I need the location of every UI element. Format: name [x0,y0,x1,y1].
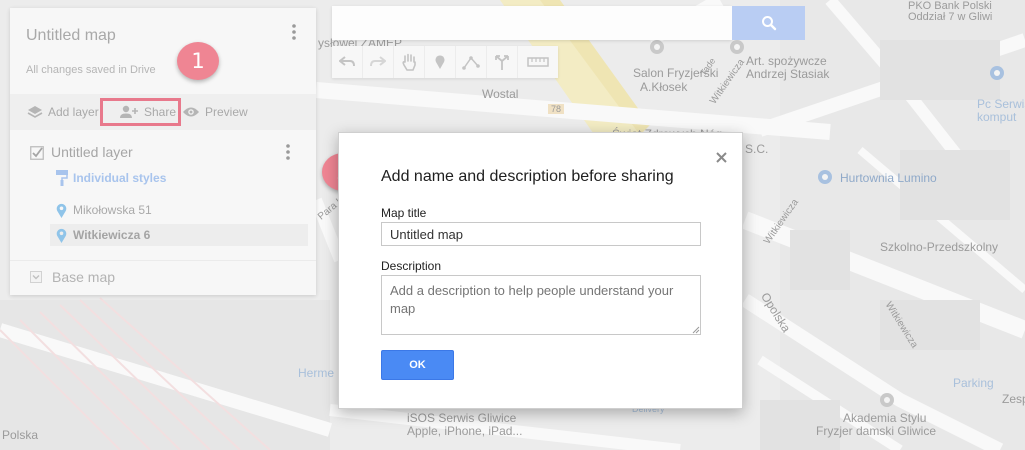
layer-style-button[interactable]: Individual styles [56,170,166,186]
marker-icon [435,55,445,69]
map-place-pin [990,66,1004,80]
map-title-label: Map title [381,206,427,220]
map-label: komput [977,110,1017,124]
map-label: Parking [953,376,994,390]
layers-icon [27,105,43,119]
share-button[interactable]: Share [110,98,191,126]
place-item[interactable]: Mikołowska 51 [50,199,308,221]
map-title-input[interactable] [381,222,701,246]
add-marker-button[interactable] [425,46,456,78]
map-label: Oddział 7 w Gliwi [908,11,993,23]
undo-icon [339,56,355,67]
map-label: Wostal [482,87,519,101]
resize-handle-icon[interactable] [691,325,700,334]
map-toolbar [332,46,558,78]
description-input[interactable] [381,275,701,335]
road-number: 78 [548,104,565,114]
description-label: Description [381,259,442,273]
more-vert-icon [286,144,290,160]
redo-button[interactable] [363,46,394,78]
map-label: Pc Serwis [977,97,1025,111]
map-legend-panel: Untitled map All changes saved in Drive … [10,8,316,295]
map-label: Akademia Stylu [843,411,927,425]
place-marker-icon [56,228,67,243]
share-label: Share [144,105,177,119]
place-name: Mikołowska 51 [73,203,152,217]
map-place-pin [880,393,894,407]
map-label: Szkolno-Przedszkolny [880,240,999,254]
map-label: Herme [298,366,335,380]
add-layer-label: Add layer [48,105,99,119]
measure-button[interactable] [518,46,558,78]
map-place-pin [730,40,744,54]
place-name: Witkiewicza 6 [73,228,151,242]
redo-icon [370,56,386,67]
preview-button[interactable]: Preview [182,94,248,130]
dialog-close-button[interactable] [713,149,729,165]
step-badge-1: 1 [177,42,219,80]
chevron-down-icon [30,271,42,283]
map-options-button[interactable] [292,24,296,45]
panel-actions: Add layer Share Preview [10,94,316,130]
save-status: All changes saved in Drive [26,64,156,76]
add-directions-button[interactable] [487,46,518,78]
divider [10,260,316,261]
layer-options-button[interactable] [286,144,290,165]
eye-icon [182,106,200,118]
add-layer-button[interactable]: Add layer [27,94,99,130]
map-place-pin [818,170,832,184]
map-label: Art. spożywcze [746,54,827,68]
more-vert-icon [292,24,296,40]
person-add-icon [119,105,139,119]
directions-icon [495,55,509,70]
draw-line-button[interactable] [456,46,487,78]
map-label: S.C. [745,142,769,156]
map-title[interactable]: Untitled map [26,27,116,45]
undo-button[interactable] [332,46,363,78]
check-icon [30,146,44,160]
base-map-toggle[interactable]: Base map [30,269,115,285]
hand-icon [402,53,416,71]
map-label: Hurtownia Lumino [840,171,937,185]
map-label: A.Kłosek [640,80,688,94]
search-button[interactable] [732,6,805,40]
ok-button[interactable]: OK [381,350,454,380]
map-label: iSOS Serwis Gliwice [407,411,517,425]
paint-roller-icon [56,170,68,186]
share-name-dialog: Add name and description before sharing … [338,132,743,409]
ruler-icon [527,57,549,67]
map-label: Andrzej Stasiak [746,67,830,81]
layer-visibility-checkbox[interactable] [30,146,44,160]
place-item-selected[interactable]: Witkiewicza 6 [50,224,308,246]
map-label: Zesp [1002,392,1025,406]
map-label: Apple, iPhone, iPad... [407,424,523,438]
search-icon [761,16,776,31]
map-search-input[interactable] [332,6,732,40]
layer-header: Untitled layer [30,144,310,168]
base-map-label: Base map [52,269,116,285]
preview-label: Preview [205,105,248,119]
draw-line-icon [462,56,480,70]
map-label: Fryzjer damski Gliwice [816,424,937,438]
layer-name[interactable]: Untitled layer [51,144,133,160]
select-items-button[interactable] [394,46,425,78]
dialog-title: Add name and description before sharing [381,168,674,185]
place-marker-icon [56,203,67,218]
close-icon [715,151,727,163]
map-label: Polska [2,428,39,442]
map-place-pin [650,40,664,54]
layer-style-label: Individual styles [73,171,167,185]
